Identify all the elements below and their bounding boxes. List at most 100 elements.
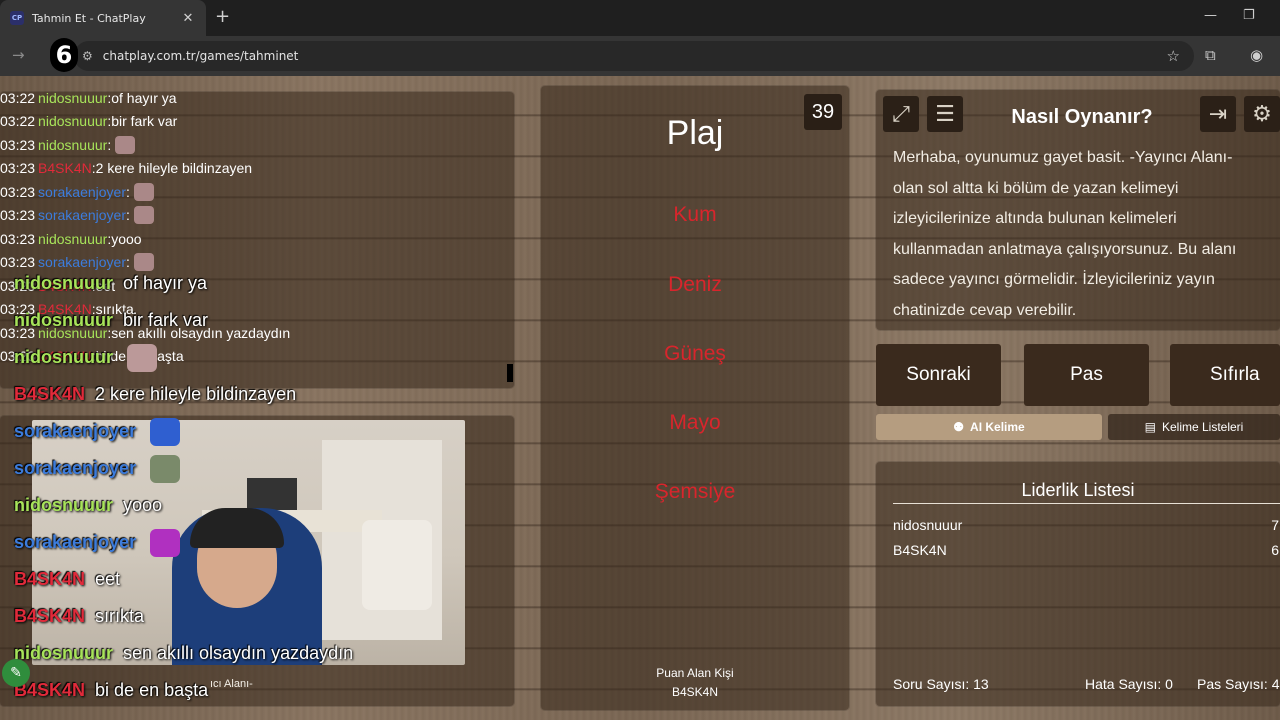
how-to-play-text: Merhaba, oyunumuz gayet basit. -Yayıncı … [893,149,1237,319]
chat-message: 03:23 nidosnuuur: yooo [0,230,142,247]
taboo-word: Deniz [668,273,722,296]
forward-arrow-icon[interactable]: → [12,46,25,64]
chat-overlay: nidosnuuur of hayır ya nidosnuuur bir fark … [14,265,353,709]
extensions-icon[interactable]: ⧉ [1205,46,1216,64]
exit-icon[interactable]: ⇥ [1200,96,1236,132]
chat-timestamp: 03:23 [0,230,36,247]
chat-overlay-message: nidosnuuur bir fark var [14,302,353,339]
chat-timestamp: 03:22 [0,113,36,130]
chat-username: sorakaenjoyer [14,421,137,441]
scorer-name: B4SK4N [671,685,719,699]
chat-overlay-message: nidosnuuur of hayır ya [14,265,353,302]
chat-message: 03:22 nidosnuuur: of hayır ya [0,89,177,106]
chatplay-favicon-icon: CP [10,11,24,25]
document-icon[interactable]: ☰ [927,96,963,132]
chat-overlay-message: B4SK4N eet [14,561,353,598]
chat-text: yooo [111,230,142,247]
chat-message: 03:22 nidosnuuur: bir fark var [0,113,178,130]
expand-icon[interactable]: ⤢ [883,96,919,132]
chat-message: 03:23 sorakaenjoyer: [0,180,514,204]
chat-username: nidosnuuur [38,230,108,247]
chat-text: bir fark var [111,113,178,130]
leaderboard-title: Liderlik Listesi [1021,480,1135,500]
chat-overlay-message: sorakaenjoyer [14,524,353,561]
chat-overlay-message: sorakaenjoyer [14,413,353,450]
chat-overlay-message: B4SK4N 2 kere hileyle bildinzayen [14,376,353,413]
chat-username: nidosnuuur [14,273,113,293]
gear-icon[interactable]: ⚙ [1244,96,1280,132]
chat-username: sorakaenjoyer [38,207,126,224]
chat-username: nidosnuuur [14,495,113,515]
clipboard-icon: ▤ [1144,420,1156,434]
chat-username: nidosnuuur [14,310,113,330]
chat-overlay-message: nidosnuuur sen akıllı olsaydın yazdaydın [14,635,353,672]
browser-tab[interactable]: CP Tahmin Et - ChatPlay ✕ [0,0,206,36]
robot-icon: ⚉ [953,420,965,434]
chat-text: bi de en başta [95,680,209,700]
chat-text: 2 kere hileyle bildinzayen [95,384,297,404]
chat-overlay-message: B4SK4N sırıkta [14,598,353,635]
chat-username: B4SK4N [38,160,92,177]
target-word: Plaj [666,114,724,152]
taboo-word: Mayo [669,411,721,434]
chat-message: 03:23 nidosnuuur: [0,133,514,157]
chat-text: 2 kere hileyle bildinzayen [95,160,253,177]
paintbrush-icon[interactable]: ✎ [2,659,30,687]
chat-username: sorakaenjoyer [14,458,137,478]
leaderboard-divider [893,503,1280,504]
chat-message: 03:23 B4SK4N: 2 kere hileyle bildinzayen [0,160,253,177]
emote-icon [150,454,181,483]
profile-avatar-icon[interactable]: ◉ [1250,46,1263,64]
bookmark-star-icon[interactable]: ☆ [1167,47,1180,65]
overlay-number-badge: 6 [50,38,78,72]
chat-text: of hayır ya [122,273,208,293]
chat-username: B4SK4N [14,569,86,589]
reset-button[interactable]: Sıfırla [1170,344,1280,406]
tab-ai-word[interactable]: ⚉ AI Kelime [876,414,1102,440]
chat-username: nidosnuuur [14,347,113,367]
address-bar[interactable]: ⚙ chatplay.com.tr/games/tahminet ☆ [74,41,1194,71]
emote-icon [150,528,181,557]
emote-icon [150,417,181,446]
chat-timestamp: 03:23 [0,207,36,224]
chat-overlay-message: nidosnuuur [14,339,353,376]
site-settings-icon[interactable]: ⚙ [82,49,93,63]
leaderboard-row: nidosnuuur 7 [893,517,1279,533]
question-count: Soru Sayısı: 13 [893,676,989,692]
pass-button[interactable]: Pas [1024,344,1149,406]
chat-username: nidosnuuur [38,113,108,130]
chat-overlay-message: B4SK4N bi de en başta [14,672,353,709]
tab-word-lists[interactable]: ▤ Kelime Listeleri [1108,414,1280,440]
how-to-play-title: Nasıl Oynanır? [1011,106,1153,128]
chat-timestamp: 03:22 [0,89,36,106]
tab-title: Tahmin Et - ChatPlay [32,11,146,25]
chat-username: nidosnuuur [38,89,108,106]
tab-close-icon[interactable]: ✕ [180,11,196,26]
chat-username: sorakaenjoyer [14,532,137,552]
taboo-word: Güneş [664,342,726,365]
chat-message: 03:23 sorakaenjoyer: [0,204,514,228]
minimize-icon[interactable]: — [1204,8,1217,23]
chat-overlay-message: sorakaenjoyer [14,450,353,487]
browser-titlebar: CP Tahmin Et - ChatPlay ✕ + — ❐ [0,0,1280,36]
next-button[interactable]: Sonraki [876,344,1001,406]
pass-count: Pas Sayısı: 4 [1197,676,1280,692]
chat-overlay-message: nidosnuuur yooo [14,487,353,524]
new-tab-icon[interactable]: + [215,8,230,26]
chat-timestamp: 03:23 [0,136,36,153]
leaderboard-row: B4SK4N 6 [893,542,1279,558]
chat-scrollbar[interactable] [507,364,513,382]
chat-username: sorakaenjoyer [38,183,126,200]
emote-icon [133,182,154,201]
game-page: 03:22 nidosnuuur: of hayır ya 03:22 nidosnu… [0,76,1280,720]
taboo-word: Şemsiye [654,480,736,503]
chat-timestamp: 03:23 [0,160,36,177]
scorer-label: Puan Alan Kişi [656,666,734,680]
chat-username: B4SK4N [14,384,86,404]
streamer-area-label: ıcı Alanı- [210,678,253,690]
chat-timestamp: 03:23 [0,183,36,200]
chat-text: bir fark var [122,310,209,330]
chat-username: nidosnuuur [14,643,113,663]
error-count: Hata Sayısı: 0 [1085,676,1173,692]
maximize-icon[interactable]: ❐ [1243,8,1255,23]
